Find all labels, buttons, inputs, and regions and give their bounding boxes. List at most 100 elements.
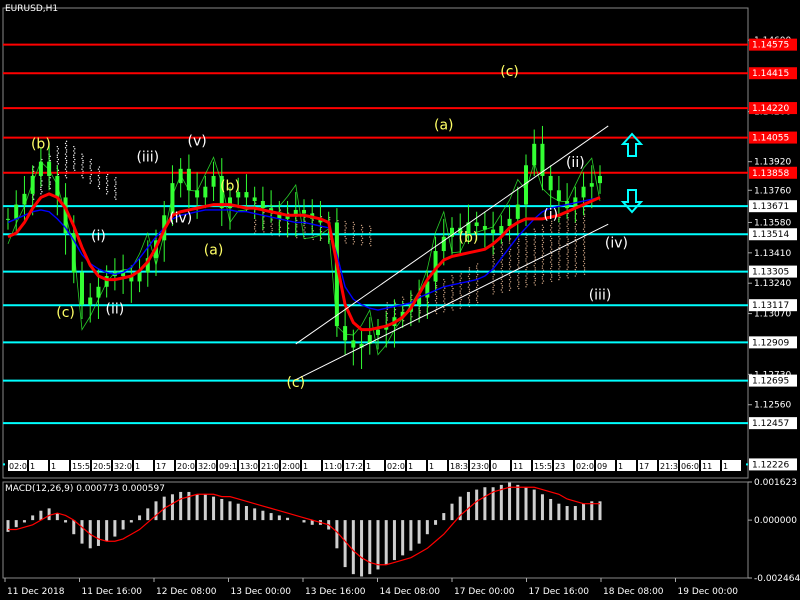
cloud-dot xyxy=(419,312,421,314)
cloud-dot xyxy=(320,237,323,239)
time-strip-label: 11 xyxy=(702,462,712,471)
cloud-dot xyxy=(452,287,454,290)
time-strip-label: 17 xyxy=(156,462,166,471)
cloud-dot xyxy=(525,238,527,241)
cloud-dot xyxy=(467,282,470,284)
cloud-dot xyxy=(89,178,91,180)
cloud-dot xyxy=(508,283,511,285)
cloud-dot xyxy=(97,185,100,188)
cloud-dot xyxy=(254,202,257,204)
cloud-dot xyxy=(541,235,544,237)
cloud-dot xyxy=(452,294,454,296)
cloud-dot xyxy=(549,267,552,270)
time-strip-label: 1 xyxy=(723,462,728,471)
candle-body xyxy=(351,340,356,348)
cloud-dot xyxy=(526,251,528,254)
cloud-dot xyxy=(386,317,388,319)
cloud-dot xyxy=(90,169,92,171)
candle-body xyxy=(376,329,380,336)
cloud-dot xyxy=(254,219,257,222)
cloud-dot xyxy=(253,228,256,230)
cloud-dot xyxy=(501,274,504,276)
time-strip-label: 18:3 xyxy=(450,462,468,471)
cloud-dot xyxy=(549,257,552,259)
cloud-dot xyxy=(475,282,478,284)
cloud-dot xyxy=(56,160,59,163)
cloud-dot xyxy=(574,247,577,249)
cloud-dot xyxy=(49,183,51,185)
time-strip: 02:001 1 15:5 20:5532:001 17 20:0332:0009:1 13… xyxy=(5,459,746,472)
cloud-dot xyxy=(508,240,511,242)
cloud-dot xyxy=(263,226,265,229)
candle-body xyxy=(228,197,232,209)
cloud-dot xyxy=(517,279,519,281)
cloud-dot xyxy=(525,268,527,271)
cloud-dot xyxy=(549,250,552,253)
cloud-dot xyxy=(115,192,117,194)
cloud-dot xyxy=(582,217,585,220)
cloud-dot xyxy=(369,242,371,245)
cloud-dot xyxy=(296,226,298,228)
cloud-dot xyxy=(558,261,560,264)
cloud-dot xyxy=(500,289,503,291)
cloud-dot xyxy=(460,298,462,301)
cloud-dot xyxy=(90,180,92,182)
cloud-dot xyxy=(74,148,76,150)
cloud-dot xyxy=(304,227,306,229)
cloud-dot xyxy=(518,266,520,268)
time-strip-label: 20:03 xyxy=(177,462,200,471)
cloud-dot xyxy=(541,254,544,257)
cloud-dot xyxy=(526,245,528,247)
cloud-dot xyxy=(549,224,552,227)
cloud-dot xyxy=(542,231,545,233)
cloud-dot xyxy=(360,244,363,246)
cloud-dot xyxy=(566,268,568,270)
cloud-dot xyxy=(583,245,586,248)
resistance-label: 1.14055 xyxy=(752,134,789,144)
cloud-dot xyxy=(493,248,495,250)
cloud-dot xyxy=(509,238,512,240)
cloud-dot xyxy=(508,274,511,277)
candle-body xyxy=(55,175,60,198)
cloud-dot xyxy=(459,301,461,303)
cloud-dot xyxy=(263,216,265,218)
cloud-dot xyxy=(567,223,569,225)
cloud-dot xyxy=(508,278,511,281)
cloud-dot xyxy=(394,308,397,311)
cloud-dot xyxy=(575,219,578,222)
cloud-dot xyxy=(402,309,405,311)
cloud-dot xyxy=(518,259,520,262)
cloud-dot xyxy=(534,241,536,243)
cloud-dot xyxy=(270,225,272,228)
cloud-dot xyxy=(583,215,586,218)
cloud-dot xyxy=(263,220,265,222)
cloud-dot xyxy=(65,155,68,158)
cloud-dot xyxy=(525,249,527,252)
cloud-dot xyxy=(74,158,76,161)
cloud-dot xyxy=(82,159,84,162)
cloud-dot xyxy=(501,242,504,244)
cloud-dot xyxy=(575,251,578,254)
cloud-dot xyxy=(254,230,257,232)
cloud-dot xyxy=(533,282,535,284)
cloud-dot xyxy=(518,283,520,285)
time-strip-label: 2:00 xyxy=(282,462,300,471)
cloud-dot xyxy=(56,156,59,159)
time-strip-label: 09:1 xyxy=(219,462,237,471)
cloud-dot xyxy=(558,225,560,227)
price-chart[interactable]: 1.146001.142001.139201.137601.135801.134… xyxy=(0,0,800,600)
cloud-dot xyxy=(451,290,453,292)
cloud-dot xyxy=(509,266,512,268)
cloud-dot xyxy=(105,182,108,184)
cloud-dot xyxy=(500,261,503,263)
candle-body xyxy=(244,192,249,198)
cloud-dot xyxy=(492,278,494,280)
cloud-dot xyxy=(567,217,569,219)
time-strip-label: 09 xyxy=(597,462,607,471)
cloud-dot xyxy=(41,180,43,182)
cloud-dot xyxy=(451,296,453,298)
x-tick-label: 12 Dec 08:00 xyxy=(156,587,217,597)
cloud-dot xyxy=(518,251,520,253)
cloud-dot xyxy=(574,249,577,252)
cloud-dot xyxy=(509,255,512,257)
